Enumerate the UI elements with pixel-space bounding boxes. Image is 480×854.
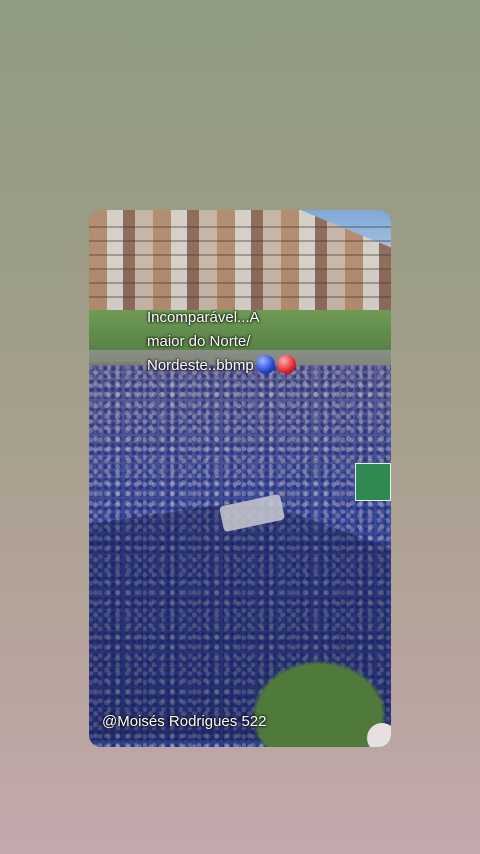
house-windows [89, 220, 391, 310]
caption-line: Nordeste..bbmp [147, 357, 254, 374]
story-media-card[interactable]: Incomparável...A maior do Norte/ Nordest… [89, 210, 391, 747]
corner-overlay [367, 723, 391, 747]
caption-line: Incomparável...A [147, 309, 260, 326]
story-caption: Incomparável...A maior do Norte/ Nordest… [147, 306, 347, 378]
red-ball-icon [276, 355, 296, 374]
blue-ball-icon [255, 355, 275, 374]
caption-line: maior do Norte/ [147, 333, 251, 350]
credit-handle: @Moisés Rodrigues 522 [102, 713, 267, 730]
road-sign [355, 463, 391, 501]
